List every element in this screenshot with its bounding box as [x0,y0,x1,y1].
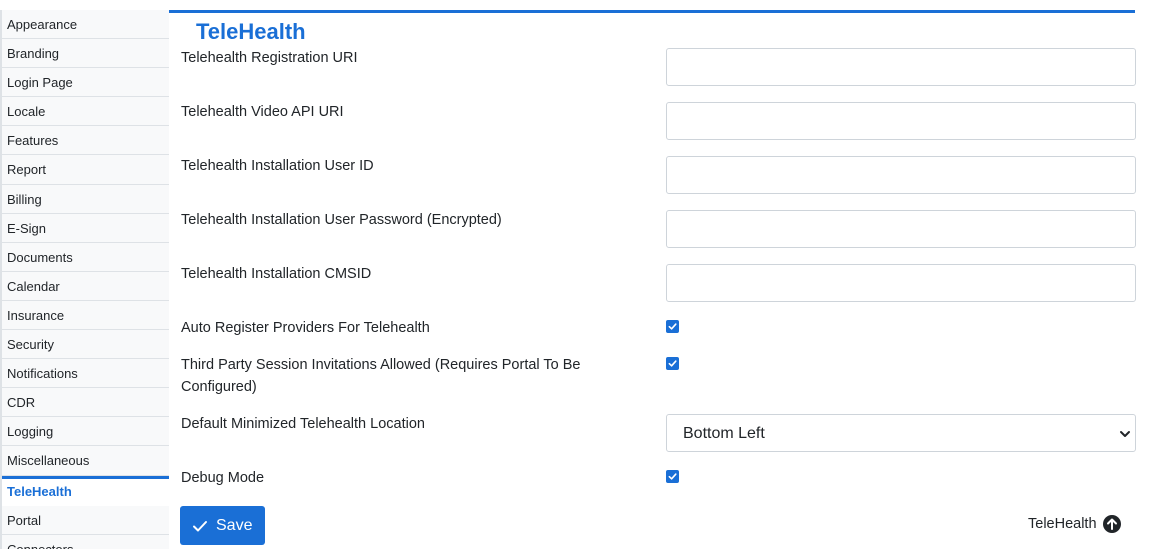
registration-uri-input[interactable] [666,48,1136,86]
back-to-top-link[interactable]: TeleHealth [1028,515,1121,533]
installation-user-id-input[interactable] [666,156,1136,194]
sidebar-item-report[interactable]: Report [2,155,169,185]
header-divider [169,10,1135,13]
third-party-invitations-checkbox[interactable] [666,357,679,370]
sidebar-item-features[interactable]: Features [2,126,169,156]
checkmark-icon [668,323,677,330]
minimized-location-selected: Bottom Left [683,425,765,442]
sidebar-item-e-sign[interactable]: E-Sign [2,214,169,243]
checkmark-icon [668,360,677,367]
page: Appearance Branding Login Page Locale Fe… [0,0,1152,549]
sidebar-item-branding[interactable]: Branding [2,39,169,69]
page-title: TeleHealth [196,19,306,44]
third-party-invitations-label-line2: Configured) [181,379,257,395]
registration-uri-label: Telehealth Registration URI [181,50,358,66]
sidebar-item-miscellaneous[interactable]: Miscellaneous [2,446,169,476]
sidebar-item-insurance[interactable]: Insurance [2,301,169,331]
sidebar-item-documents[interactable]: Documents [2,243,169,272]
sidebar-item-calendar[interactable]: Calendar [2,272,169,301]
settings-sidebar: Appearance Branding Login Page Locale Fe… [0,10,169,549]
auto-register-label: Auto Register Providers For Telehealth [181,320,430,336]
telehealth-settings-panel: TeleHealth Telehealth Registration URI T… [169,10,1136,549]
video-api-uri-input[interactable] [666,102,1136,140]
sidebar-item-logging[interactable]: Logging [2,417,169,447]
installation-cmsid-input[interactable] [666,264,1136,302]
chevron-down-icon [1120,431,1130,437]
save-button[interactable]: Save [180,506,265,545]
installation-cmsid-label: Telehealth Installation CMSID [181,266,372,282]
sidebar-item-appearance[interactable]: Appearance [2,10,169,40]
back-to-top-label: TeleHealth [1028,516,1097,532]
sidebar-item-security[interactable]: Security [2,330,169,360]
minimized-location-select[interactable]: Bottom Left [666,414,1136,452]
video-api-uri-label: Telehealth Video API URI [181,104,344,120]
debug-mode-checkbox[interactable] [666,470,679,483]
check-icon [193,520,207,531]
sidebar-item-login-page[interactable]: Login Page [2,68,169,98]
sidebar-item-locale[interactable]: Locale [2,97,169,127]
save-button-label: Save [216,516,253,534]
sidebar-item-billing[interactable]: Billing [2,185,169,214]
checkmark-icon [668,473,677,480]
installation-user-id-label: Telehealth Installation User ID [181,158,374,174]
debug-mode-label: Debug Mode [181,470,265,486]
third-party-invitations-label-line1: Third Party Session Invitations Allowed … [181,357,581,373]
sidebar-item-portal[interactable]: Portal [2,506,169,535]
arrow-up-circle-icon [1102,515,1121,533]
sidebar-item-telehealth[interactable]: TeleHealth [2,475,169,506]
auto-register-checkbox[interactable] [666,320,679,333]
installation-password-input[interactable] [666,210,1136,248]
installation-password-label: Telehealth Installation User Password (E… [181,212,502,228]
sidebar-item-connectors[interactable]: Connectors [2,535,169,549]
sidebar-item-notifications[interactable]: Notifications [2,359,169,389]
sidebar-item-cdr[interactable]: CDR [2,388,169,418]
minimized-location-label: Default Minimized Telehealth Location [181,416,425,432]
